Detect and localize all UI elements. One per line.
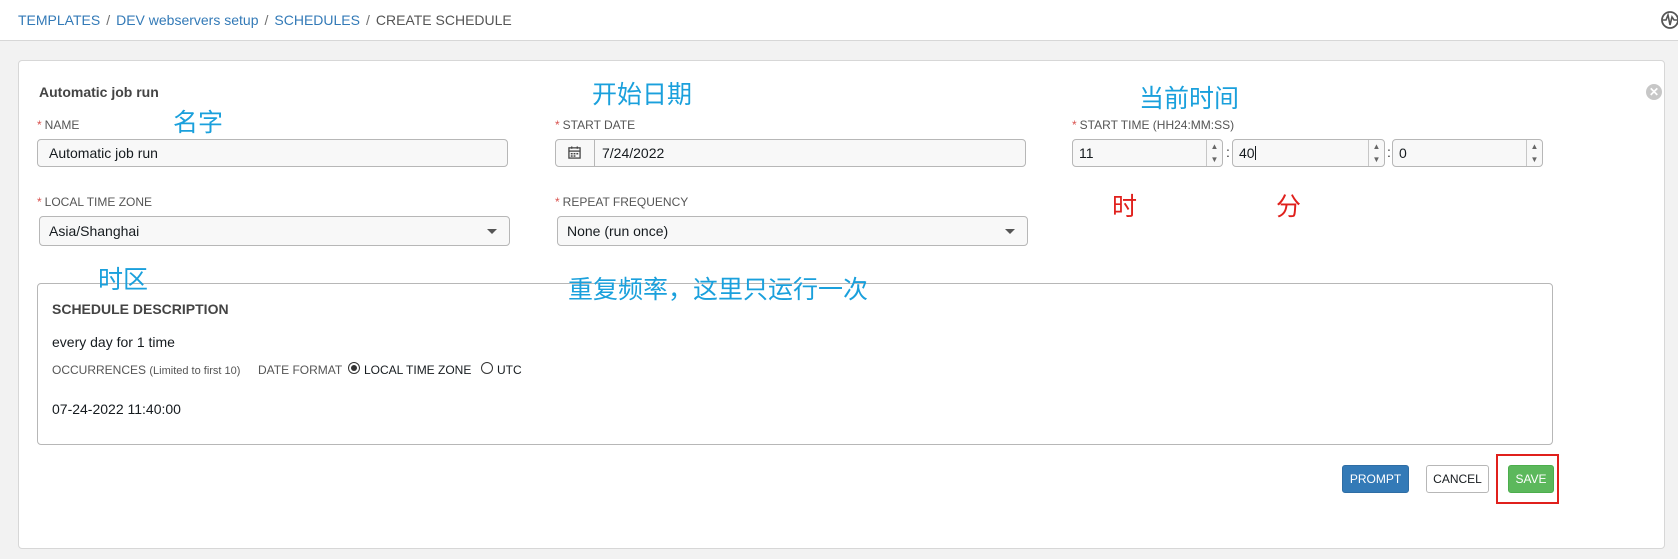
radio-local-time-zone-label[interactable]: LOCAL TIME ZONE [364,363,471,377]
hour-input[interactable]: 11 ▲ ▼ [1072,139,1223,167]
form-title: Automatic job run [39,84,159,100]
required-marker: * [37,118,42,132]
breadcrumb-templates[interactable]: TEMPLATES [18,12,100,28]
repeat-frequency-select[interactable]: None (run once) [557,216,1028,246]
prompt-button[interactable]: PROMPT [1342,465,1409,493]
start-date-value: 7/24/2022 [602,145,665,161]
breadcrumb-dev-webservers-setup[interactable]: DEV webservers setup [116,12,258,28]
start-time-label: * START TIME (HH24:MM:SS) [1072,118,1235,132]
breadcrumb-separator: / [365,12,370,28]
required-marker: * [555,195,560,209]
date-format-label: DATE FORMAT [258,363,343,377]
breadcrumb: TEMPLATES / DEV webservers setup / SCHEDULES… [18,12,512,28]
annotation-repeat-frequency: 重复频率，这里只运行一次 [568,276,869,304]
name-label: * NAME [37,118,80,132]
radio-utc-label[interactable]: UTC [497,363,522,377]
spin-up-icon[interactable]: ▲ [1207,140,1222,153]
name-input[interactable]: Automatic job run [37,139,508,167]
timezone-select[interactable]: Asia/Shanghai [39,216,510,246]
breadcrumb-separator: / [264,12,269,28]
required-marker: * [555,118,560,132]
breadcrumb-separator: / [106,12,111,28]
save-highlight-box [1496,454,1559,504]
spin-down-icon[interactable]: ▼ [1527,153,1542,166]
time-separator: : [1226,144,1230,160]
radio-utc[interactable] [481,362,493,374]
minute-spinner[interactable]: ▲ ▼ [1368,140,1384,166]
occurrences-limit: (Limited to first 10) [149,365,241,377]
spin-up-icon[interactable]: ▲ [1369,140,1384,153]
cancel-button[interactable]: CANCEL [1426,465,1489,493]
calendar-icon [568,146,581,159]
text-cursor [1254,146,1256,160]
activity-stream-icon[interactable] [1660,10,1678,30]
caret-down-icon [487,229,497,234]
schedule-description-text: every day for 1 time [52,334,175,350]
required-marker: * [37,195,42,209]
hour-spinner[interactable]: ▲ ▼ [1206,140,1222,166]
repeat-frequency-value: None (run once) [567,223,669,239]
timezone-value: Asia/Shanghai [49,223,140,239]
close-icon[interactable]: ✕ [1646,84,1662,100]
occurrence-item: 07-24-2022 11:40:00 [52,401,181,417]
top-bar: TEMPLATES / DEV webservers setup / SCHEDULES… [0,0,1678,41]
breadcrumb-current: CREATE SCHEDULE [375,12,512,28]
second-value: 0 [1399,145,1407,161]
repeat-frequency-label: * REPEAT FREQUENCY [555,195,689,209]
annotation-timezone: 时区 [98,266,149,294]
breadcrumb-schedules[interactable]: SCHEDULES [274,12,360,28]
minute-input[interactable]: 40 ▲ ▼ [1232,139,1385,167]
schedule-description-box: SCHEDULE DESCRIPTION every day for 1 tim… [37,283,1553,445]
annotation-current-time: 当前时间 [1139,85,1240,113]
minute-value: 40 [1239,145,1255,161]
second-input[interactable]: 0 ▲ ▼ [1392,139,1543,167]
second-spinner[interactable]: ▲ ▼ [1526,140,1542,166]
spin-up-icon[interactable]: ▲ [1527,140,1542,153]
annotation-name: 名字 [173,109,224,137]
time-separator: : [1387,144,1391,160]
calendar-button[interactable] [556,140,595,166]
annotation-start-date: 开始日期 [592,81,693,109]
schedule-description-title: SCHEDULE DESCRIPTION [52,301,229,317]
spin-down-icon[interactable]: ▼ [1369,153,1384,166]
hour-value: 11 [1079,145,1094,161]
annotation-hour: 时 [1112,193,1138,221]
occurrences-label: OCCURRENCES (Limited to first 10) [52,363,241,377]
caret-down-icon [1005,229,1015,234]
start-date-input[interactable]: 7/24/2022 [555,139,1026,167]
required-marker: * [1072,118,1077,132]
radio-local-time-zone[interactable] [348,362,360,374]
spin-down-icon[interactable]: ▼ [1207,153,1222,166]
start-date-label: * START DATE [555,118,636,132]
annotation-minute: 分 [1276,193,1302,221]
timezone-label: * LOCAL TIME ZONE [37,195,153,209]
